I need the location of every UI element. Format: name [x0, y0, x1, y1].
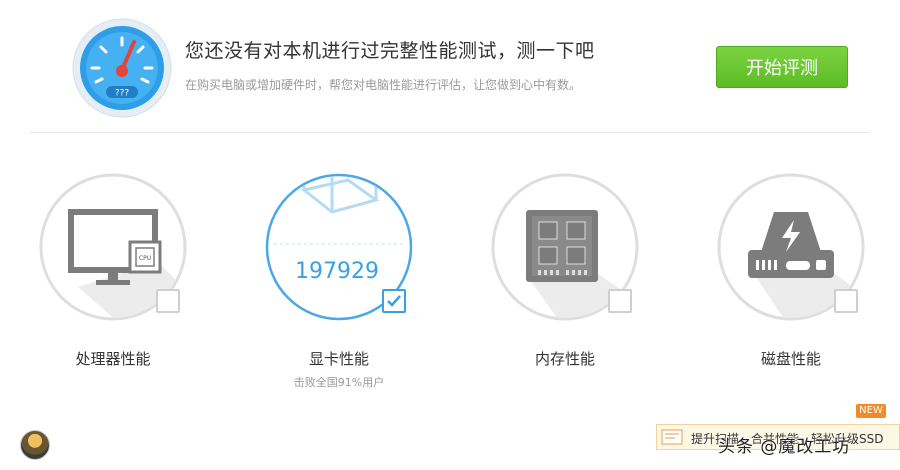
- page-title: 您还没有对本机进行过完整性能测试，测一下吧: [185, 40, 595, 62]
- check-icon: [387, 295, 401, 307]
- disk-checkbox[interactable]: [834, 289, 858, 313]
- avatar[interactable]: [20, 430, 50, 460]
- card-cpu[interactable]: CPU 处理器性能: [38, 172, 218, 402]
- card-gpu-label: 显卡性能: [308, 350, 369, 368]
- document-icon: [661, 429, 683, 445]
- card-disk[interactable]: 磁盘性能: [716, 172, 896, 402]
- gpu-checkbox[interactable]: [382, 289, 406, 313]
- new-badge: NEW: [856, 404, 886, 418]
- memory-checkbox[interactable]: [608, 289, 632, 313]
- start-test-button[interactable]: 开始评测: [716, 46, 848, 88]
- card-cpu-label: 处理器性能: [75, 350, 151, 368]
- card-gpu[interactable]: 197929 显卡性能 击败全国91%用户: [264, 172, 444, 402]
- watermark: 头条 @魔改工坊: [718, 437, 851, 457]
- speedometer-icon: ???: [72, 18, 172, 118]
- divider: [30, 132, 870, 133]
- card-memory-label: 内存性能: [534, 350, 595, 368]
- cpu-checkbox[interactable]: [156, 289, 180, 313]
- card-memory[interactable]: 内存性能: [490, 172, 670, 402]
- gpu-score: 197929: [295, 259, 379, 284]
- card-disk-label: 磁盘性能: [760, 350, 821, 368]
- gauge-label: ???: [115, 89, 130, 99]
- page-subtitle: 在购买电脑或增加硬件时，帮您对电脑性能进行评估，让您做到心中有数。: [185, 78, 582, 92]
- cpu-chip-label: CPU: [139, 255, 151, 262]
- header: ??? 您还没有对本机进行过完整性能测试，测一下吧 在购买电脑或增加硬件时，帮您…: [0, 0, 900, 132]
- card-gpu-rank: 击败全国91%用户: [293, 376, 385, 389]
